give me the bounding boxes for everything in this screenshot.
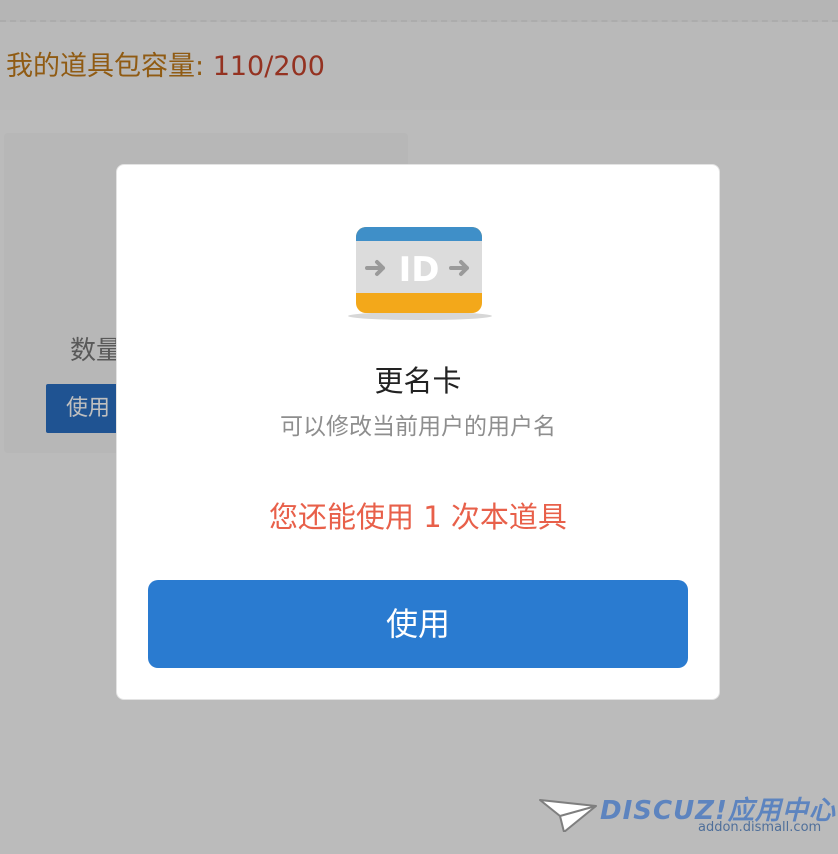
dialog-description: 可以修改当前用户的用户名: [280, 414, 556, 440]
watermark-url: addon.dismall.com: [698, 820, 822, 835]
paper-plane-icon: [539, 799, 597, 832]
use-button[interactable]: 使用: [148, 580, 688, 668]
item-use-dialog: ID 更名卡 可以修改当前用户的用户名 您还能使用 1 次本道具 使用: [116, 164, 720, 700]
remaining-uses-text: 您还能使用 1 次本道具: [269, 500, 567, 534]
dialog-title: 更名卡: [374, 364, 462, 398]
id-card-icon-text: ID: [399, 250, 440, 290]
watermark: DISCUZ!应用中心 addon.dismall.com: [538, 788, 835, 840]
id-card-icon: ID: [348, 227, 492, 320]
